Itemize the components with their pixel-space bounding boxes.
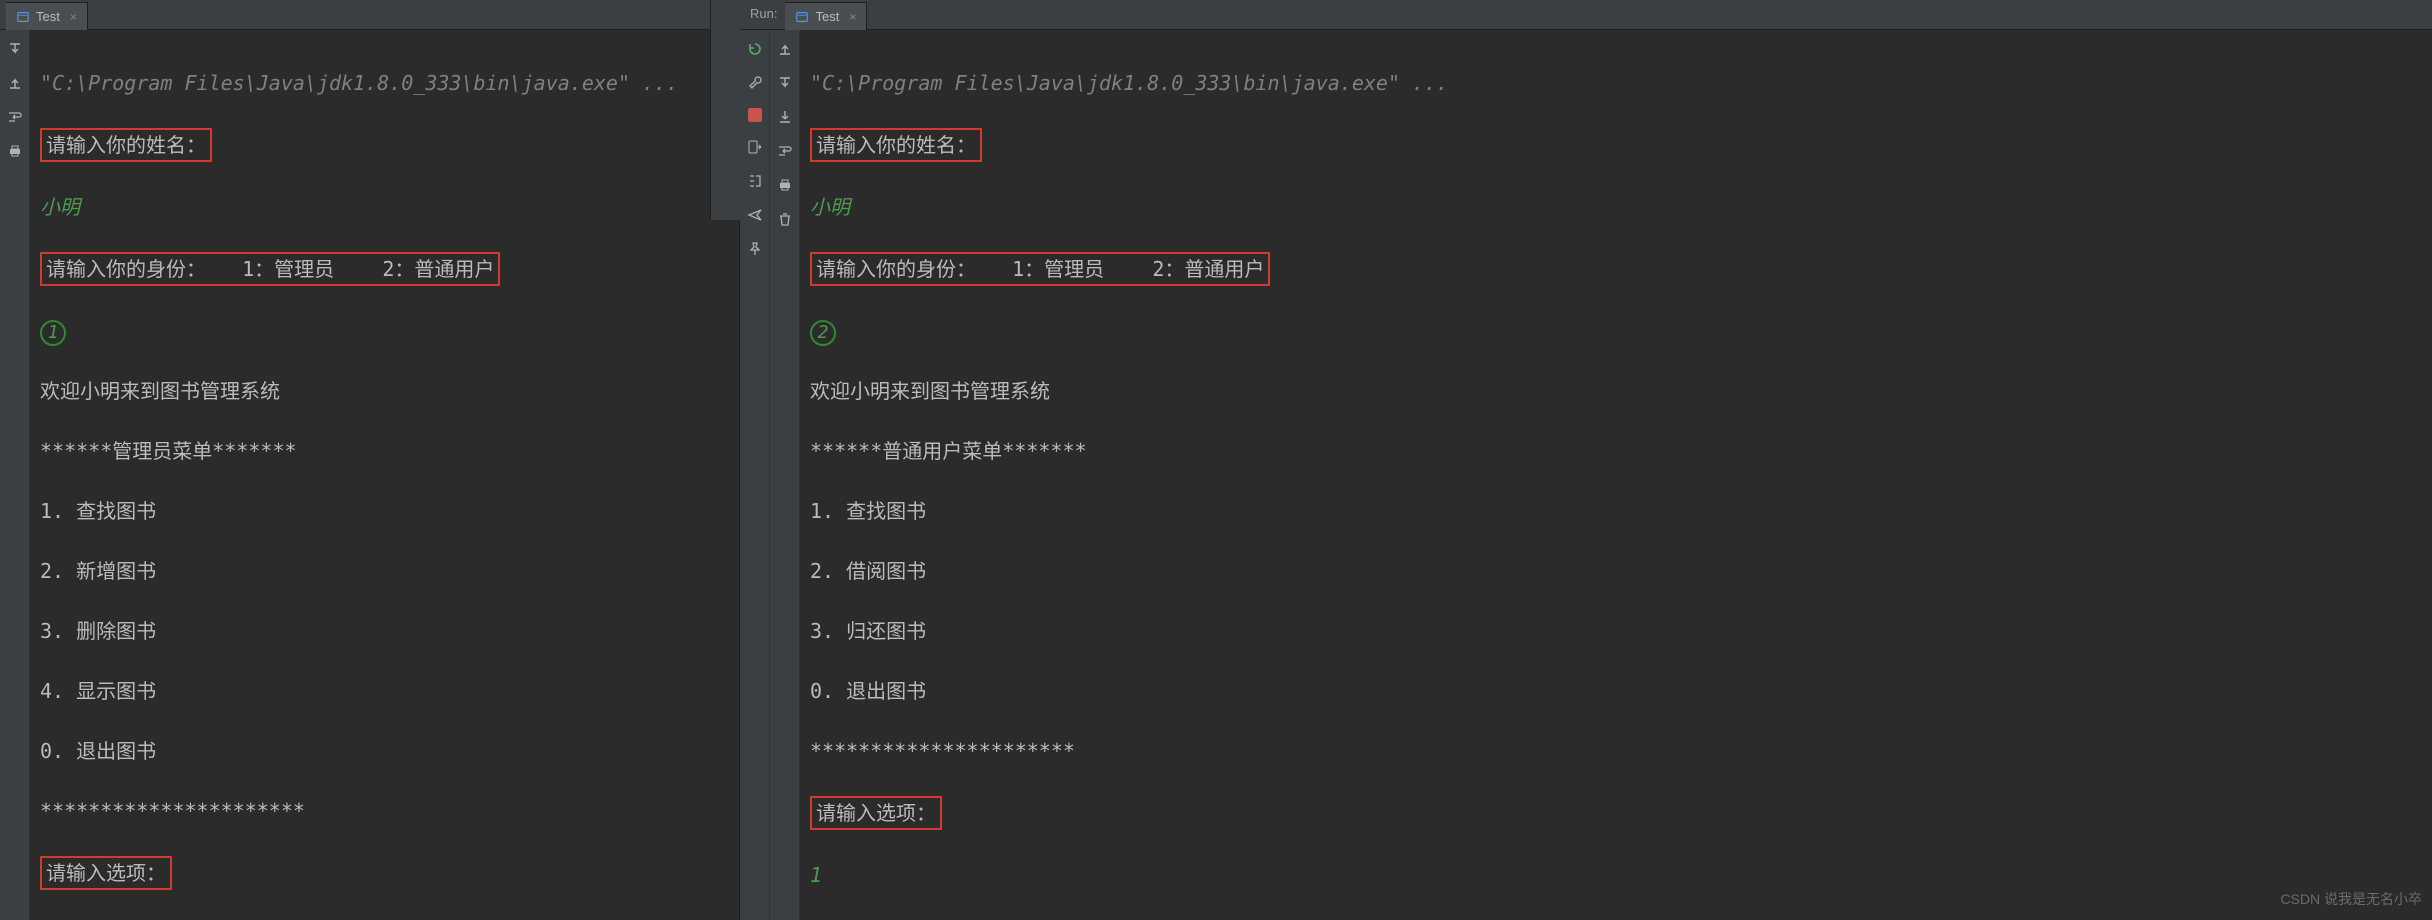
prompt-name: 请输入你的姓名： — [40, 128, 212, 162]
watermark: CSDN 说我是无名小卒 — [2280, 884, 2422, 914]
input-name: 小明 — [810, 192, 2422, 222]
step-up-icon[interactable] — [776, 40, 794, 58]
input-role: 2 — [810, 320, 836, 346]
pin-icon[interactable] — [746, 240, 764, 258]
prompt-role: 请输入你的身份： 1：管理员 2：普通用户 — [810, 252, 1270, 286]
prompt-name: 请输入你的姓名： — [810, 128, 982, 162]
divider: ********************** — [40, 796, 729, 826]
send-icon[interactable] — [746, 206, 764, 224]
print-icon[interactable] — [6, 142, 24, 160]
left-pane: Test × "C:\Program Files\Java\jdk1.8.0_3… — [0, 0, 740, 920]
left-gutter — [0, 30, 30, 920]
right-console[interactable]: "C:\Program Files\Java\jdk1.8.0_333\bin\… — [800, 30, 2432, 920]
prompt-option: 请输入选项： — [810, 796, 942, 830]
wrench-icon[interactable] — [746, 74, 764, 92]
input-role: 1 — [40, 320, 66, 346]
tab-test-left[interactable]: Test × — [6, 2, 88, 30]
run-config-icon — [16, 10, 30, 24]
tree-icon[interactable] — [746, 172, 764, 190]
rerun-icon[interactable] — [746, 40, 764, 58]
menu-item: 4. 显示图书 — [40, 676, 729, 706]
menu-header: ******管理员菜单******* — [40, 436, 729, 466]
delete-icon[interactable] — [776, 210, 794, 228]
menu-item: 2. 借阅图书 — [810, 556, 2422, 586]
exit-icon[interactable] — [746, 138, 764, 156]
close-icon[interactable]: × — [70, 10, 77, 24]
divider: ********************** — [810, 736, 2422, 766]
input-option: 1 — [810, 860, 2422, 890]
right-pane: Run: Test × — [740, 0, 2432, 920]
input-name: 小明 — [40, 192, 729, 222]
right-gutter-1 — [740, 30, 770, 920]
tab-label: Test — [815, 9, 839, 24]
step-down-icon[interactable] — [776, 74, 794, 92]
tab-label: Test — [36, 9, 60, 24]
print-icon[interactable] — [776, 176, 794, 194]
run-command: "C:\Program Files\Java\jdk1.8.0_333\bin\… — [810, 68, 2422, 98]
step-up-icon[interactable] — [6, 74, 24, 92]
prompt-role: 请输入你的身份： 1：管理员 2：普通用户 — [40, 252, 500, 286]
menu-item: 3. 归还图书 — [810, 616, 2422, 646]
menu-item: 1. 查找图书 — [40, 496, 729, 526]
right-gutter-2 — [770, 30, 800, 920]
download-icon[interactable] — [776, 108, 794, 126]
prompt-option: 请输入选项： — [40, 856, 172, 890]
menu-item: 2. 新增图书 — [40, 556, 729, 586]
step-down-icon[interactable] — [6, 40, 24, 58]
menu-item: 0. 退出图书 — [810, 676, 2422, 706]
run-config-icon — [795, 10, 809, 24]
left-tabbar: Test × — [0, 0, 739, 30]
stop-icon[interactable] — [748, 108, 762, 122]
wrap-icon[interactable] — [6, 108, 24, 126]
left-console[interactable]: "C:\Program Files\Java\jdk1.8.0_333\bin\… — [30, 30, 739, 920]
right-tabbar: Run: Test × — [740, 0, 2432, 30]
menu-item: 0. 退出图书 — [40, 736, 729, 766]
menu-header: ******普通用户菜单******* — [810, 436, 2422, 466]
run-command: "C:\Program Files\Java\jdk1.8.0_333\bin\… — [40, 68, 729, 98]
welcome-text: 欢迎小明来到图书管理系统 — [40, 376, 729, 406]
left-side-toolbar — [710, 0, 740, 220]
run-label: Run: — [746, 0, 785, 29]
close-icon[interactable]: × — [849, 10, 856, 24]
menu-item: 3. 删除图书 — [40, 616, 729, 646]
wrap-icon[interactable] — [776, 142, 794, 160]
menu-item: 1. 查找图书 — [810, 496, 2422, 526]
welcome-text: 欢迎小明来到图书管理系统 — [810, 376, 2422, 406]
tab-test-right[interactable]: Test × — [785, 2, 867, 30]
